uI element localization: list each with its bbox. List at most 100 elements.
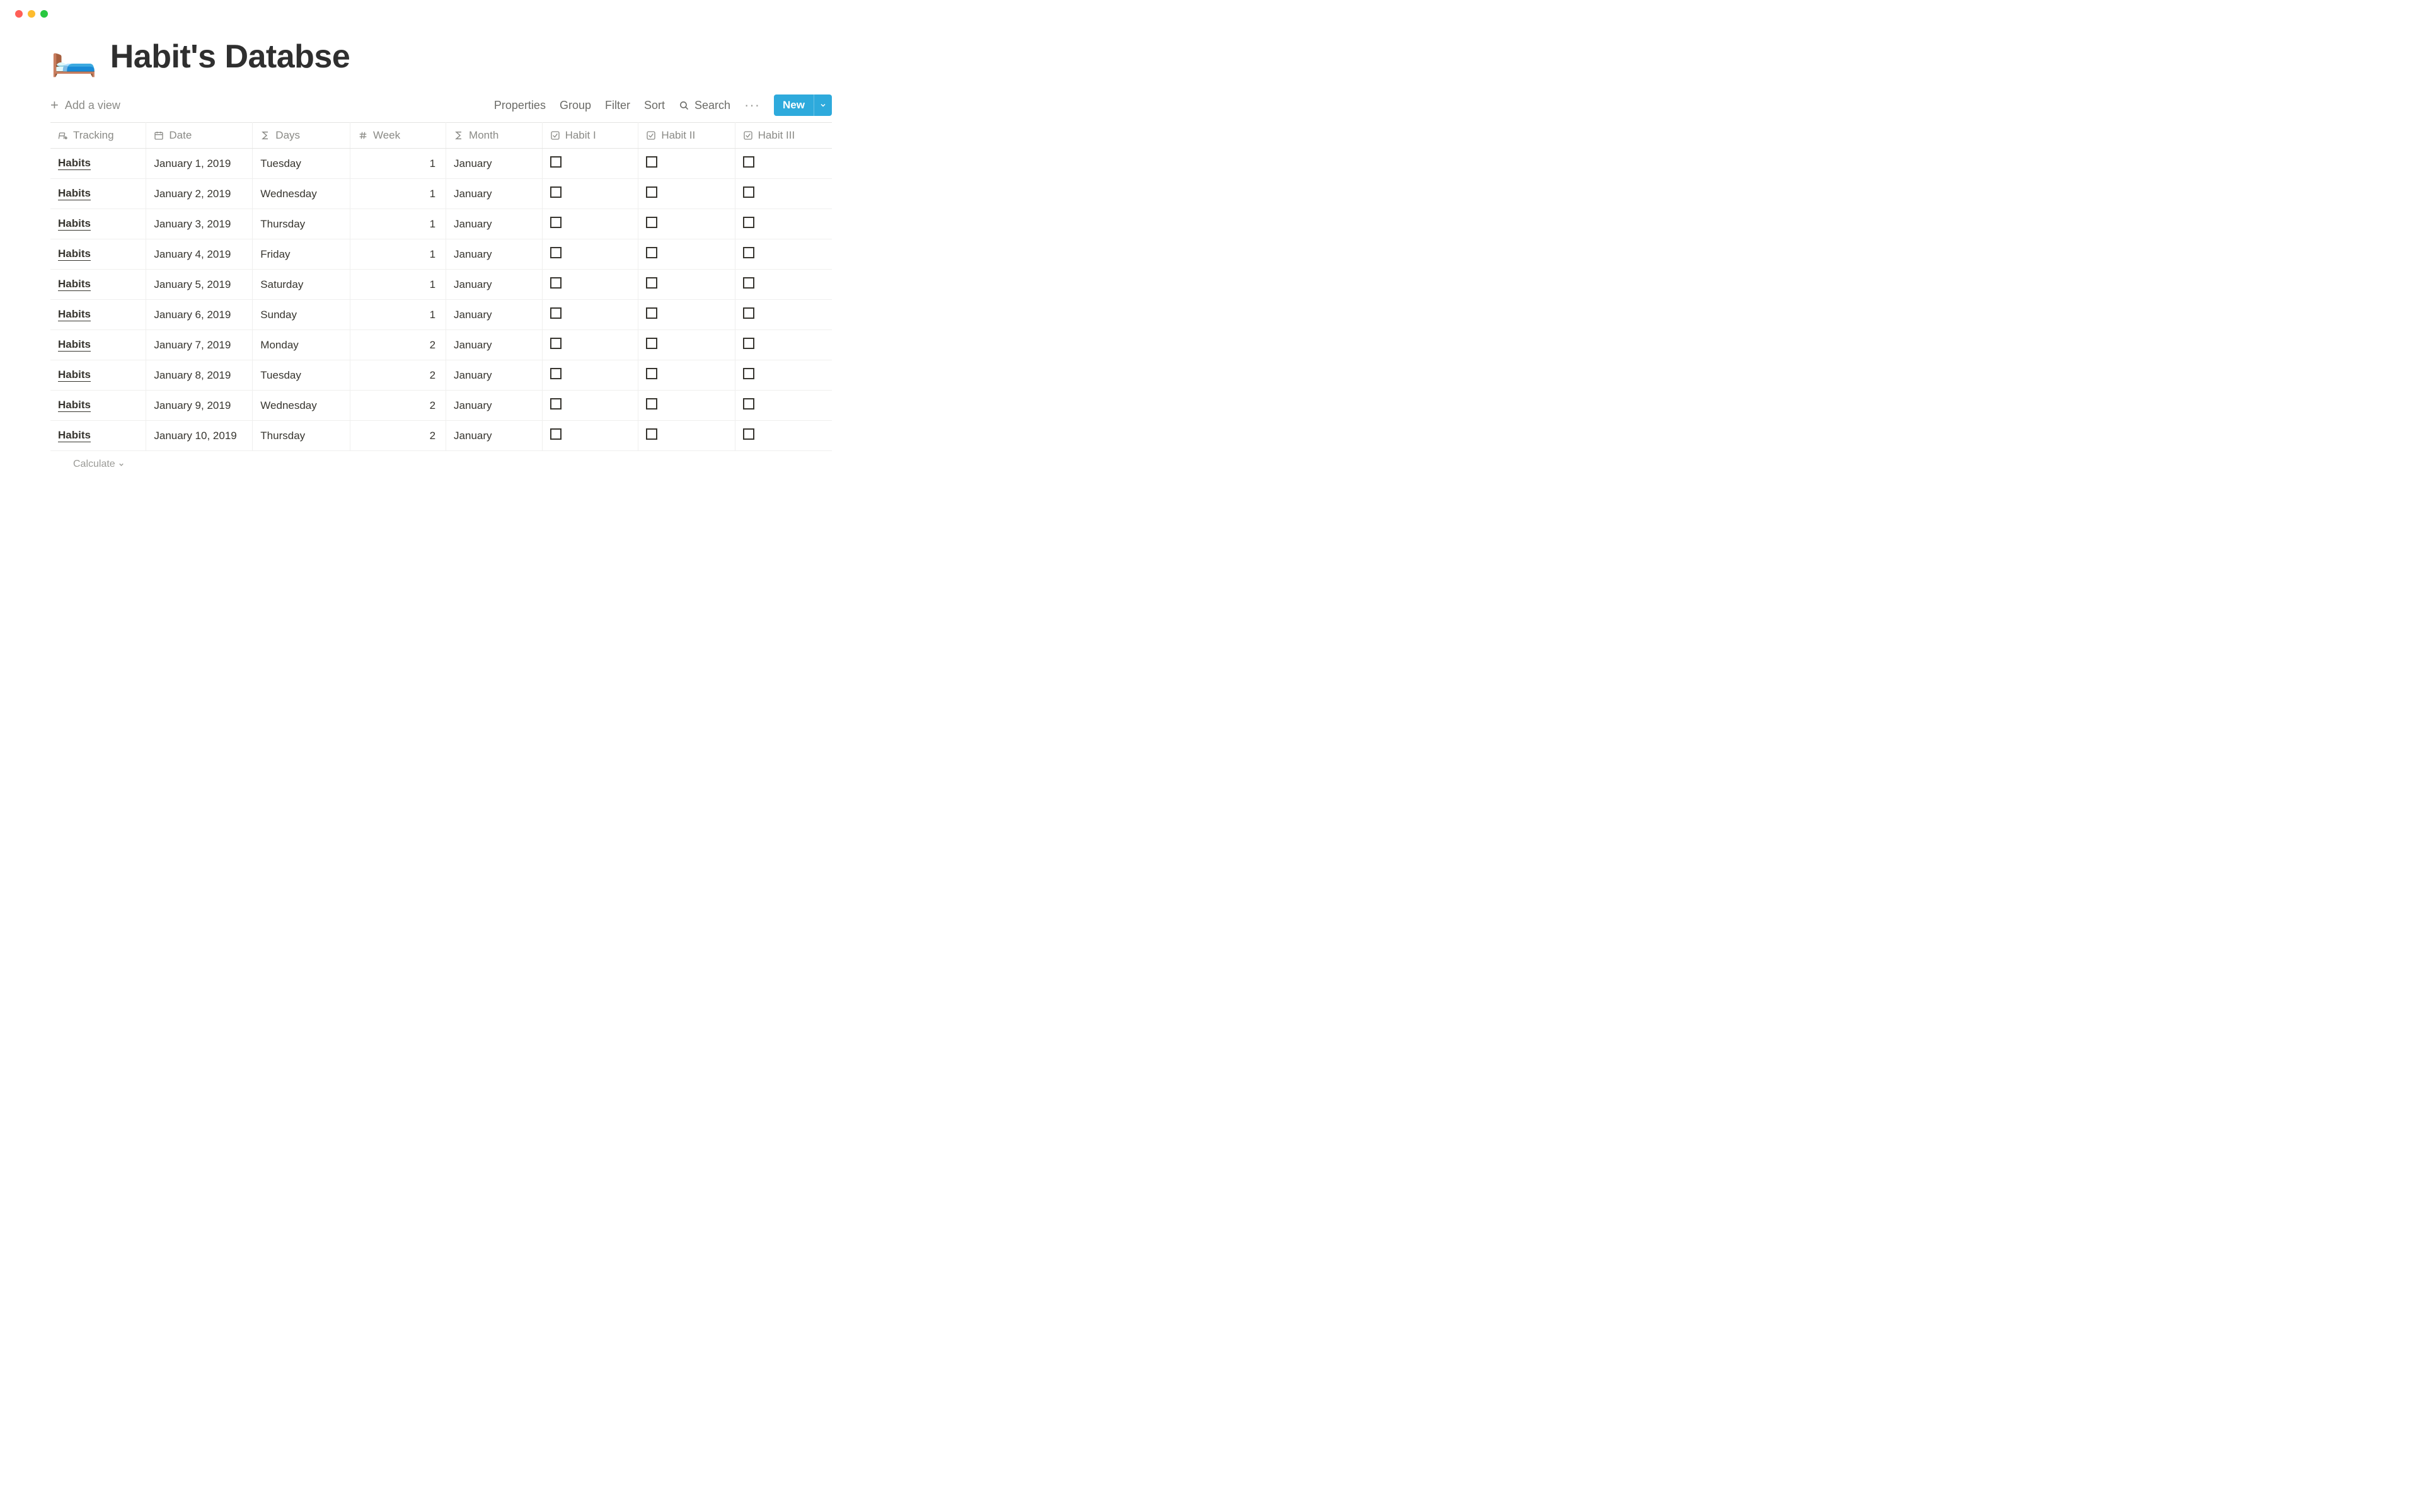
table-row[interactable]: HabitsJanuary 6, 2019Sunday1January [50, 300, 832, 330]
cell-habit3[interactable] [735, 330, 832, 360]
properties-button[interactable]: Properties [494, 99, 546, 112]
checkbox[interactable] [743, 428, 754, 440]
cell-habit2[interactable] [638, 179, 735, 209]
cell-habit1[interactable] [542, 149, 638, 179]
page-link[interactable]: Habits [58, 399, 91, 412]
cell-days[interactable]: Wednesday [253, 179, 350, 209]
table-row[interactable]: HabitsJanuary 3, 2019Thursday1January [50, 209, 832, 239]
cell-days[interactable]: Tuesday [253, 360, 350, 391]
cell-date[interactable]: January 8, 2019 [146, 360, 253, 391]
cell-habit1[interactable] [542, 300, 638, 330]
column-header-habit1[interactable]: Habit I [542, 123, 638, 149]
cell-days[interactable]: Monday [253, 330, 350, 360]
cell-habit3[interactable] [735, 391, 832, 421]
checkbox[interactable] [743, 156, 754, 168]
cell-habit1[interactable] [542, 239, 638, 270]
table-row[interactable]: HabitsJanuary 2, 2019Wednesday1January [50, 179, 832, 209]
cell-month[interactable]: January [446, 391, 543, 421]
cell-date[interactable]: January 2, 2019 [146, 179, 253, 209]
checkbox[interactable] [743, 368, 754, 379]
table-row[interactable]: HabitsJanuary 4, 2019Friday1January [50, 239, 832, 270]
cell-date[interactable]: January 9, 2019 [146, 391, 253, 421]
checkbox[interactable] [646, 368, 657, 379]
checkbox[interactable] [743, 186, 754, 198]
cell-date[interactable]: January 4, 2019 [146, 239, 253, 270]
page-link[interactable]: Habits [58, 308, 91, 321]
cell-week[interactable]: 1 [350, 209, 446, 239]
search-button[interactable]: Search [679, 99, 730, 112]
cell-habit2[interactable] [638, 270, 735, 300]
checkbox[interactable] [646, 338, 657, 349]
group-button[interactable]: Group [560, 99, 591, 112]
new-button-dropdown[interactable] [814, 94, 832, 116]
column-header-habit2[interactable]: Habit II [638, 123, 735, 149]
cell-habit2[interactable] [638, 391, 735, 421]
cell-week[interactable]: 1 [350, 179, 446, 209]
cell-habit1[interactable] [542, 391, 638, 421]
checkbox[interactable] [646, 277, 657, 289]
maximize-window-icon[interactable] [40, 10, 48, 18]
checkbox[interactable] [743, 398, 754, 410]
cell-month[interactable]: January [446, 330, 543, 360]
cell-tracking[interactable]: Habits [50, 330, 146, 360]
column-header-tracking[interactable]: Tracking [50, 123, 146, 149]
cell-habit1[interactable] [542, 179, 638, 209]
cell-week[interactable]: 1 [350, 149, 446, 179]
cell-habit1[interactable] [542, 330, 638, 360]
cell-tracking[interactable]: Habits [50, 179, 146, 209]
cell-days[interactable]: Thursday [253, 421, 350, 451]
cell-habit3[interactable] [735, 209, 832, 239]
page-link[interactable]: Habits [58, 248, 91, 261]
cell-habit3[interactable] [735, 360, 832, 391]
cell-tracking[interactable]: Habits [50, 300, 146, 330]
column-header-habit3[interactable]: Habit III [735, 123, 832, 149]
cell-month[interactable]: January [446, 239, 543, 270]
checkbox[interactable] [550, 277, 562, 289]
cell-habit2[interactable] [638, 421, 735, 451]
checkbox[interactable] [646, 428, 657, 440]
checkbox[interactable] [743, 307, 754, 319]
cell-date[interactable]: January 1, 2019 [146, 149, 253, 179]
cell-date[interactable]: January 6, 2019 [146, 300, 253, 330]
checkbox[interactable] [743, 277, 754, 289]
cell-habit2[interactable] [638, 209, 735, 239]
checkbox[interactable] [550, 247, 562, 258]
checkbox[interactable] [743, 247, 754, 258]
new-button[interactable]: New [774, 94, 814, 116]
cell-habit3[interactable] [735, 270, 832, 300]
cell-week[interactable]: 2 [350, 360, 446, 391]
cell-habit2[interactable] [638, 360, 735, 391]
cell-month[interactable]: January [446, 270, 543, 300]
column-header-date[interactable]: Date [146, 123, 253, 149]
cell-habit1[interactable] [542, 270, 638, 300]
cell-month[interactable]: January [446, 421, 543, 451]
checkbox[interactable] [646, 186, 657, 198]
cell-days[interactable]: Friday [253, 239, 350, 270]
cell-habit3[interactable] [735, 179, 832, 209]
cell-week[interactable]: 1 [350, 270, 446, 300]
table-row[interactable]: HabitsJanuary 5, 2019Saturday1January [50, 270, 832, 300]
cell-habit2[interactable] [638, 239, 735, 270]
checkbox[interactable] [743, 217, 754, 228]
cell-month[interactable]: January [446, 209, 543, 239]
cell-date[interactable]: January 3, 2019 [146, 209, 253, 239]
cell-days[interactable]: Tuesday [253, 149, 350, 179]
column-header-month[interactable]: Month [446, 123, 543, 149]
cell-habit3[interactable] [735, 239, 832, 270]
checkbox[interactable] [550, 398, 562, 410]
cell-week[interactable]: 2 [350, 391, 446, 421]
cell-month[interactable]: January [446, 300, 543, 330]
cell-habit1[interactable] [542, 209, 638, 239]
checkbox[interactable] [646, 398, 657, 410]
cell-habit3[interactable] [735, 300, 832, 330]
checkbox[interactable] [550, 368, 562, 379]
table-row[interactable]: HabitsJanuary 8, 2019Tuesday2January [50, 360, 832, 391]
page-link[interactable]: Habits [58, 217, 91, 231]
checkbox[interactable] [550, 428, 562, 440]
column-header-week[interactable]: Week [350, 123, 446, 149]
cell-month[interactable]: January [446, 179, 543, 209]
cell-month[interactable]: January [446, 149, 543, 179]
filter-button[interactable]: Filter [605, 99, 630, 112]
page-link[interactable]: Habits [58, 338, 91, 352]
cell-week[interactable]: 1 [350, 300, 446, 330]
